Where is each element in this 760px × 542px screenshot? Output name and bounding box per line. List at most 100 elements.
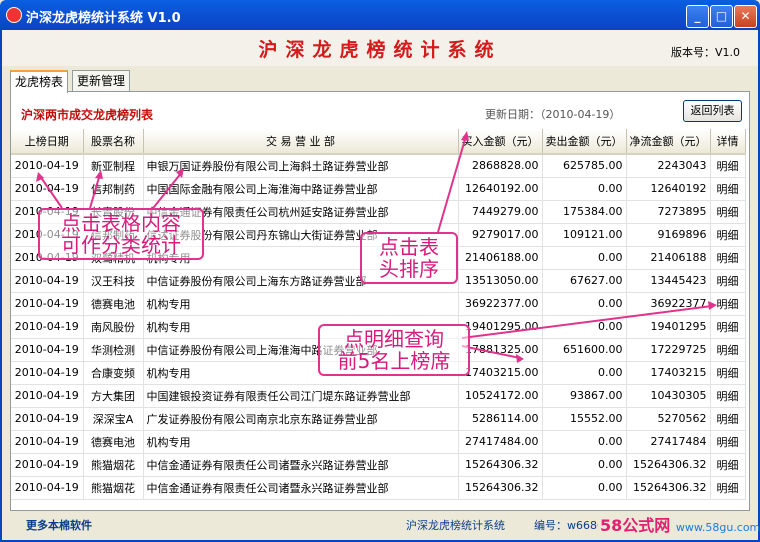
detail-link[interactable]: 明细 [710,315,746,339]
cell-branch[interactable]: 中信金通证券有限责任公司诸暨永兴路证券营业部 [143,476,459,500]
cell-buy[interactable]: 21406188.00 [458,246,543,270]
column-header-net[interactable]: 净流金额（元） [626,129,711,155]
detail-link[interactable]: 明细 [710,200,746,224]
cell-stock[interactable]: 深深宝A [83,407,144,431]
cell-stock[interactable]: 德赛电池 [83,292,144,316]
cell-net[interactable]: 10430305 [626,384,711,408]
column-header-stock[interactable]: 股票名称 [83,129,144,155]
table-row[interactable]: 2010-04-19 德赛电池 机构专用 36922377.00 0.00 3692237… [11,292,746,316]
cell-sell[interactable]: 93867.00 [542,384,627,408]
cell-buy[interactable]: 2868828.00 [458,154,543,178]
cell-buy[interactable]: 13513050.00 [458,269,543,293]
cell-stock[interactable]: 方大集团 [83,384,144,408]
cell-sell[interactable]: 15552.00 [542,407,627,431]
table-row[interactable]: 2010-04-19 信邦制药 中国国际金融有限公司上海淮海中路证券营业部 12640… [11,177,746,201]
detail-link[interactable]: 明细 [710,223,746,247]
return-list-button[interactable]: 返回列表 [683,100,742,122]
cell-date[interactable]: 2010-04-19 [11,154,84,178]
cell-stock[interactable]: 信邦制药 [83,177,144,201]
cell-net[interactable]: 5270562 [626,407,711,431]
cell-branch[interactable]: 中国国际金融有限公司上海淮海中路证券营业部 [143,177,459,201]
cell-sell[interactable]: 0.00 [542,246,627,270]
close-button[interactable]: ✕ [734,5,757,28]
cell-stock[interactable]: 南风股份 [83,315,144,339]
detail-link[interactable]: 明细 [710,177,746,201]
detail-link[interactable]: 明细 [710,246,746,270]
cell-stock[interactable]: 合康变频 [83,361,144,385]
detail-link[interactable]: 明细 [710,453,746,477]
cell-buy[interactable]: 17403215.00 [458,361,543,385]
cell-sell[interactable]: 651600.00 [542,338,627,362]
cell-net[interactable]: 15264306.32 [626,453,711,477]
detail-link[interactable]: 明细 [710,292,746,316]
column-header-detail[interactable]: 详情 [710,129,746,155]
detail-link[interactable]: 明细 [710,407,746,431]
table-row[interactable]: 2010-04-19 熊猫烟花 中信金通证券有限责任公司诸暨永兴路证券营业部 1526… [11,453,746,477]
table-row[interactable]: 2010-04-19 熊猫烟花 中信金通证券有限责任公司诸暨永兴路证券营业部 1526… [11,476,746,500]
cell-buy[interactable]: 9279017.00 [458,223,543,247]
table-row[interactable]: 2010-04-19 方大集团 中国建银投资证券有限责任公司江门堤东路证券营业部 10… [11,384,746,408]
window-titlebar[interactable]: 沪深龙虎榜统计系统 V1.0 _ □ ✕ [0,0,760,30]
cell-net[interactable]: 17403215 [626,361,711,385]
cell-buy[interactable]: 15264306.32 [458,476,543,500]
column-header-sell[interactable]: 卖出金额（元） [542,129,627,155]
cell-sell[interactable]: 0.00 [542,361,627,385]
cell-branch[interactable]: 中国建银投资证券有限责任公司江门堤东路证券营业部 [143,384,459,408]
minimize-button[interactable]: _ [686,5,709,28]
detail-link[interactable]: 明细 [710,476,746,500]
cell-date[interactable]: 2010-04-19 [11,407,84,431]
cell-branch[interactable]: 机构专用 [143,430,459,454]
cell-buy[interactable]: 5286114.00 [458,407,543,431]
cell-date[interactable]: 2010-04-19 [11,315,84,339]
cell-date[interactable]: 2010-04-19 [11,269,84,293]
cell-stock[interactable]: 华测检测 [83,338,144,362]
cell-net[interactable]: 12640192 [626,177,711,201]
cell-sell[interactable]: 67627.00 [542,269,627,293]
cell-sell[interactable]: 625785.00 [542,154,627,178]
detail-link[interactable]: 明细 [710,430,746,454]
cell-net[interactable]: 19401295 [626,315,711,339]
cell-buy[interactable]: 7449279.00 [458,200,543,224]
cell-date[interactable]: 2010-04-19 [11,430,84,454]
column-header-branch[interactable]: 交 易 营 业 部 [143,129,459,155]
cell-sell[interactable]: 0.00 [542,453,627,477]
cell-sell[interactable]: 109121.00 [542,223,627,247]
cell-date[interactable]: 2010-04-19 [11,292,84,316]
cell-stock[interactable]: 熊猫烟花 [83,453,144,477]
cell-date[interactable]: 2010-04-19 [11,177,84,201]
cell-net[interactable]: 36922377 [626,292,711,316]
detail-link[interactable]: 明细 [710,361,746,385]
cell-net[interactable]: 15264306.32 [626,476,711,500]
column-header-date[interactable]: 上榜日期 [11,129,84,155]
cell-sell[interactable]: 0.00 [542,476,627,500]
detail-link[interactable]: 明细 [710,269,746,293]
cell-net[interactable]: 17229725 [626,338,711,362]
cell-sell[interactable]: 0.00 [542,430,627,454]
cell-net[interactable]: 21406188 [626,246,711,270]
cell-stock[interactable]: 德赛电池 [83,430,144,454]
cell-net[interactable]: 7273895 [626,200,711,224]
table-row[interactable]: 2010-04-19 德赛电池 机构专用 27417484.00 0.00 2741748… [11,430,746,454]
cell-buy[interactable]: 15264306.32 [458,453,543,477]
tab-lhb-table[interactable]: 龙虎榜表 [10,70,69,93]
cell-stock[interactable]: 熊猫烟花 [83,476,144,500]
maximize-button[interactable]: □ [710,5,733,28]
cell-buy[interactable]: 17881325.00 [458,338,543,362]
cell-date[interactable]: 2010-04-19 [11,476,84,500]
cell-branch[interactable]: 中信金通证券有限责任公司诸暨永兴路证券营业部 [143,453,459,477]
table-row[interactable]: 2010-04-19 深深宝A 广发证券股份有限公司南京北京东路证券营业部 52861… [11,407,746,431]
cell-sell[interactable]: 0.00 [542,292,627,316]
cell-branch[interactable]: 申银万国证券股份有限公司上海斜土路证券营业部 [143,154,459,178]
cell-net[interactable]: 2243043 [626,154,711,178]
tab-update-management[interactable]: 更新管理 [72,70,131,91]
cell-date[interactable]: 2010-04-19 [11,338,84,362]
table-row[interactable]: 2010-04-19 新亚制程 申银万国证券股份有限公司上海斜土路证券营业部 2868… [11,154,746,178]
cell-net[interactable]: 9169896 [626,223,711,247]
cell-sell[interactable]: 0.00 [542,177,627,201]
detail-link[interactable]: 明细 [710,384,746,408]
cell-branch[interactable]: 机构专用 [143,292,459,316]
detail-link[interactable]: 明细 [710,338,746,362]
cell-stock[interactable]: 汉王科技 [83,269,144,293]
cell-sell[interactable]: 175384.00 [542,200,627,224]
cell-net[interactable]: 13445423 [626,269,711,293]
